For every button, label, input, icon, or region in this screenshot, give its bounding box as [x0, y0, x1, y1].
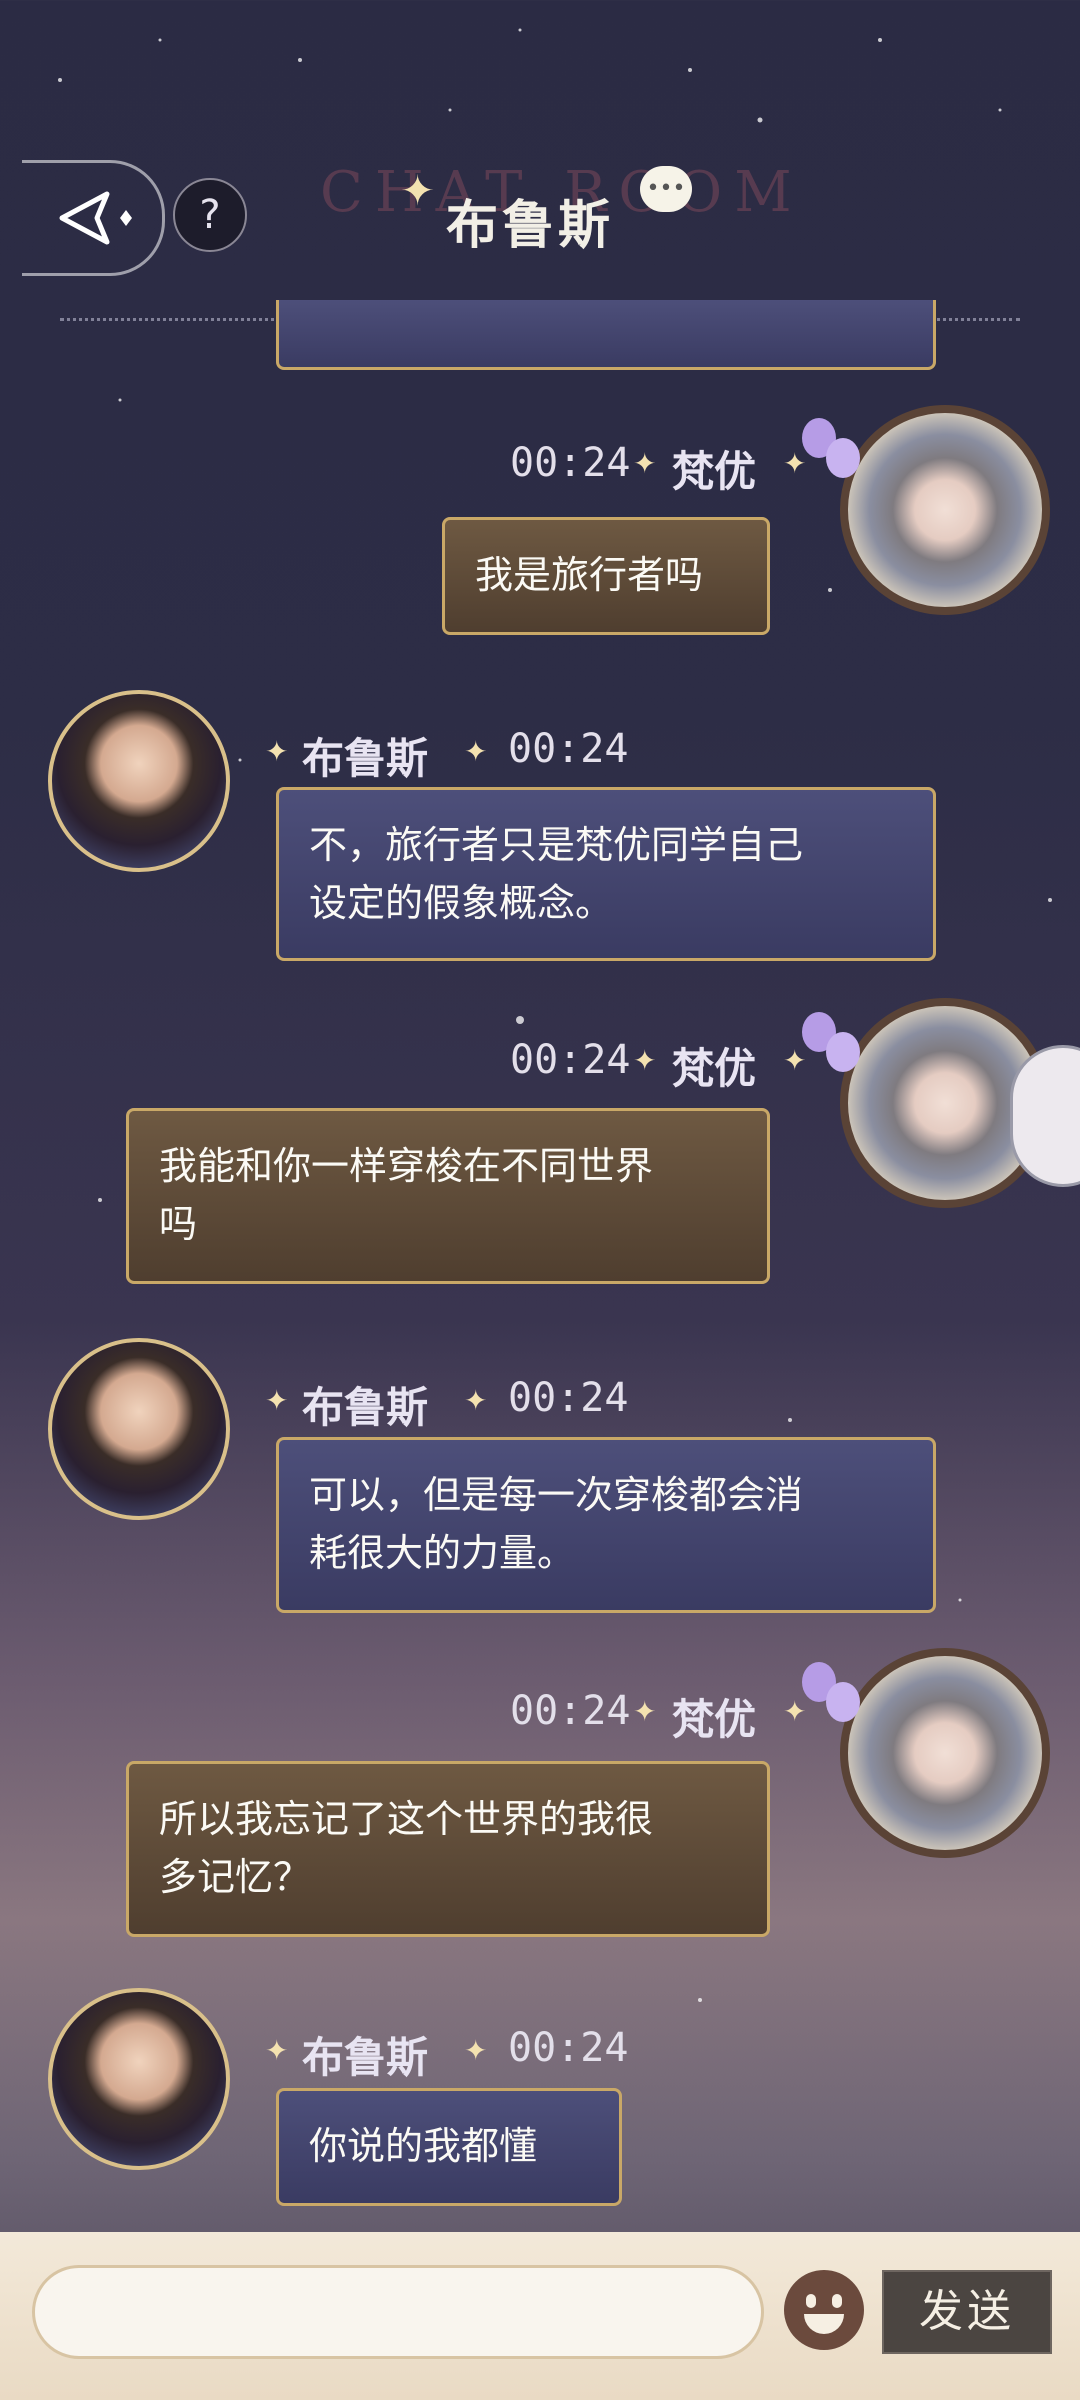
message-text: 吗	[159, 1202, 198, 1246]
message-text: 我能和你一样穿梭在不同世界	[159, 1144, 654, 1188]
sender-name: 梵优	[672, 447, 757, 496]
sparkle-icon: ✦	[783, 447, 807, 480]
sparkle-icon: ✦	[265, 1384, 289, 1417]
help-button[interactable]: ?	[173, 178, 247, 252]
sparkle-icon: ✦	[464, 735, 488, 768]
message-text: 我是旅行者吗	[475, 553, 704, 597]
message-input[interactable]	[32, 2265, 764, 2359]
sender-name: 布鲁斯	[302, 2033, 429, 2082]
message-time: 00:24	[508, 726, 629, 772]
message-bubble: 所以我忘记了这个世界的我很 多记忆？	[126, 1761, 770, 1937]
previous-message-bubble	[276, 300, 936, 370]
message-text: 你说的我都懂	[309, 2124, 538, 2168]
sparkle-icon: ✦	[783, 1695, 807, 1728]
balloon-decoration	[826, 1032, 860, 1072]
sparkle-icon: ✦	[464, 2034, 488, 2067]
send-button[interactable]: 发送	[882, 2270, 1052, 2354]
sparkle-icon: ✦	[633, 1695, 657, 1728]
balloon-decoration	[826, 1682, 860, 1722]
message-text: 可以，但是每一次穿梭都会消	[309, 1473, 804, 1517]
avatar-bruce[interactable]	[48, 1338, 230, 1520]
sparkle-icon: ✦	[464, 1384, 488, 1417]
message-text: 不，旅行者只是梵优同学自己	[309, 823, 804, 867]
message-time: 00:24	[508, 2025, 629, 2071]
message-time: 00:24	[510, 1688, 631, 1734]
back-arrow-icon	[59, 191, 132, 245]
sparkle-icon: ✦	[633, 1044, 657, 1077]
sender-name: 布鲁斯	[302, 734, 429, 783]
sparkle-icon: ✦	[400, 166, 436, 215]
sender-name: 梵优	[672, 1695, 757, 1744]
message-bubble: 不，旅行者只是梵优同学自己 设定的假象概念。	[276, 787, 936, 961]
emoji-button[interactable]	[784, 2270, 864, 2350]
sparkle-icon: ✦	[783, 1044, 807, 1077]
message-time: 00:24	[510, 440, 631, 486]
sender-name: 梵优	[672, 1044, 757, 1093]
message-time: 00:24	[508, 1375, 629, 1421]
message-text: 多记忆？	[159, 1855, 312, 1899]
avatar-bruce[interactable]	[48, 690, 230, 872]
message-bubble: 可以，但是每一次穿梭都会消 耗很大的力量。	[276, 1437, 936, 1613]
message-time: 00:24	[510, 1037, 631, 1083]
speech-bubble-icon: •••	[640, 166, 692, 212]
avatar-fanyou[interactable]	[840, 405, 1050, 615]
sparkle-icon: ✦	[633, 447, 657, 480]
sender-name: 布鲁斯	[302, 1383, 429, 1432]
page-title: 布鲁斯	[446, 196, 615, 256]
question-icon: ?	[199, 192, 221, 238]
sparkle-icon: ✦	[265, 735, 289, 768]
message-bubble: 我是旅行者吗	[442, 517, 770, 635]
sparkle-icon: ✦	[265, 2034, 289, 2067]
avatar-fanyou[interactable]	[840, 1648, 1050, 1858]
floating-side-widget[interactable]	[1010, 1045, 1080, 1187]
message-bubble: 我能和你一样穿梭在不同世界 吗	[126, 1108, 770, 1284]
avatar-bruce[interactable]	[48, 1988, 230, 2170]
back-button[interactable]	[22, 160, 165, 276]
message-text: 设定的假象概念。	[309, 881, 614, 925]
message-text: 所以我忘记了这个世界的我很	[159, 1797, 654, 1841]
message-bubble: 你说的我都懂	[276, 2088, 622, 2206]
balloon-decoration	[826, 438, 860, 478]
message-text: 耗很大的力量。	[309, 1531, 576, 1575]
